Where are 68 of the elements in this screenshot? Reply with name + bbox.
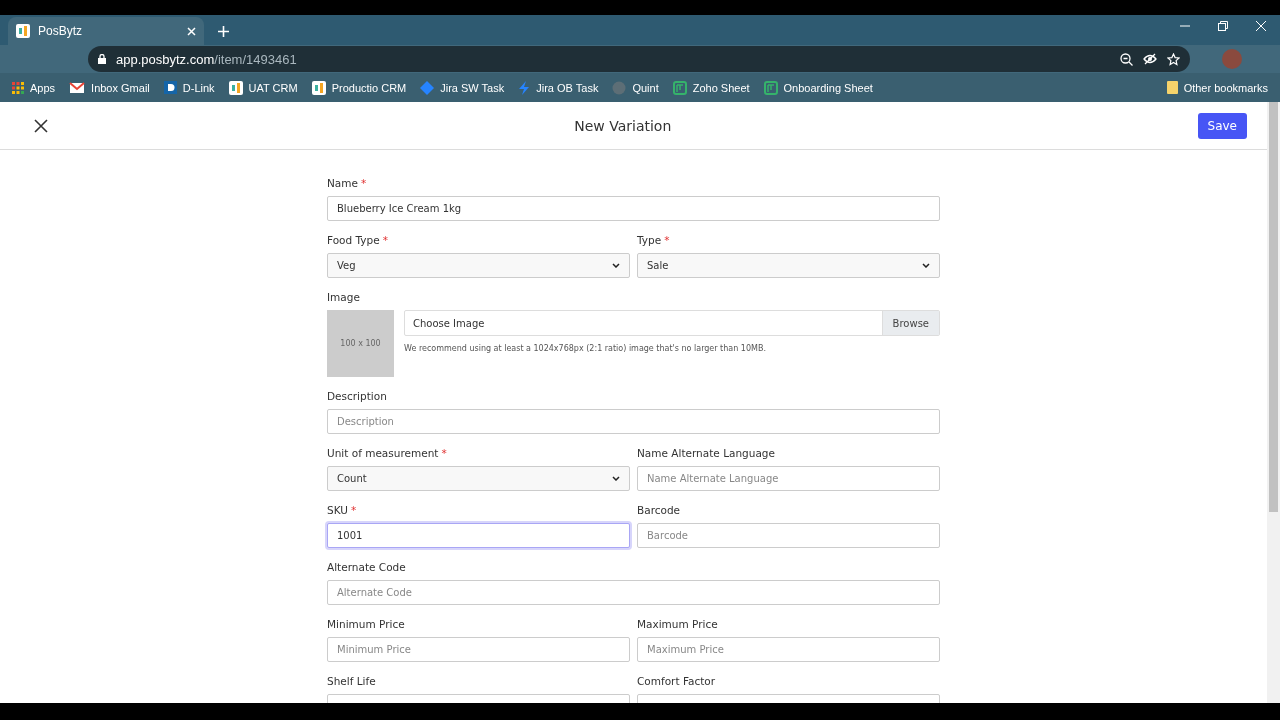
close-icon[interactable] [34,118,48,133]
select-field[interactable]: Sale [637,253,940,278]
input-field[interactable]: Name Alternate Language [637,466,940,491]
field-label: Minimum Price [327,618,405,630]
field-label: Comfort Factor [637,675,716,687]
app-logo-icon [16,24,30,38]
bookmark[interactable]: UAT CRM [228,80,298,95]
diamond-icon [420,80,435,95]
sheet-icon [672,80,687,95]
field-label: Type * [637,234,670,246]
sheet-icon [763,80,778,95]
bookmark[interactable]: Jira OB Task [518,80,599,95]
input-field[interactable]: Blueberry Ice Cream 1kg [327,196,940,221]
app-logo-icon [311,80,326,95]
star-icon[interactable] [1167,52,1180,66]
input-field[interactable]: Alternate Code [327,580,940,605]
other-bookmarks[interactable]: Other bookmarks [1166,81,1268,94]
app-logo-icon [228,80,243,95]
field-label: SKU * [327,504,357,516]
field-label: Maximum Price [637,618,718,630]
lock-icon [98,54,106,64]
bolt-icon [518,80,531,95]
bookmark[interactable]: Productio CRM [311,80,407,95]
bookmark[interactable]: Quint [612,80,659,95]
image-size-text: 100 x 100 [340,339,381,348]
input-field[interactable]: 1001 [327,523,630,548]
bookmark[interactable]: Onboarding Sheet [763,80,873,95]
field-label: Unit of measurement * [327,447,447,459]
folder-icon [1166,81,1178,94]
chevron-down-icon [922,263,930,268]
eye-slash-icon[interactable] [1143,53,1157,65]
field-label: Barcode [637,504,681,516]
field-label: Image [327,291,360,303]
field-label: Shelf Life [327,675,376,687]
mail-icon [69,81,86,94]
field-label: Food Type * [327,234,388,246]
restore-icon[interactable] [1218,21,1228,31]
scrollbar[interactable] [1267,102,1280,703]
save-button[interactable]: Save [1197,112,1247,139]
chevron-down-icon [612,263,620,268]
bookmark[interactable]: Inbox Gmail [69,81,150,94]
input-field[interactable]: Description [327,409,940,434]
apps-grid-icon [12,81,24,94]
tab-title: PosBytz [38,24,83,38]
chevron-down-icon [612,476,620,481]
input-field[interactable]: Minimum Price [327,637,630,662]
url-text[interactable]: app.posbytz.com/item/1493461 [116,51,297,67]
browse-button[interactable]: Browse [881,311,939,335]
bookmark[interactable]: Jira SW Task [420,80,505,95]
bookmark[interactable]: D-Link [163,81,215,94]
field-label: Alternate Code [327,561,406,573]
input-field[interactable]: Barcode [637,523,940,548]
bookmark[interactable]: Zoho Sheet [672,80,750,95]
input-field[interactable]: Maximum Price [637,637,940,662]
page-title: New Variation [573,117,673,134]
field-label: Name * [327,177,367,189]
help-text: We recommend using at least a 1024x768px (2:1 ratio) image that's no larger than 10MB. [404,344,767,353]
browser-tab[interactable]: PosBytz [8,17,204,45]
new-tab-icon[interactable] [218,26,229,37]
select-field[interactable]: Count [327,466,630,491]
field-label: Description [327,390,387,402]
select-field[interactable]: Veg [327,253,630,278]
file-input[interactable]: Choose Image Browse [404,310,940,336]
bookmark[interactable]: Apps [12,81,56,94]
letter-icon [163,81,177,94]
zoom-out-icon[interactable] [1120,52,1133,66]
field-label: Name Alternate Language [637,447,775,459]
scrollbar-thumb[interactable] [1269,102,1278,512]
